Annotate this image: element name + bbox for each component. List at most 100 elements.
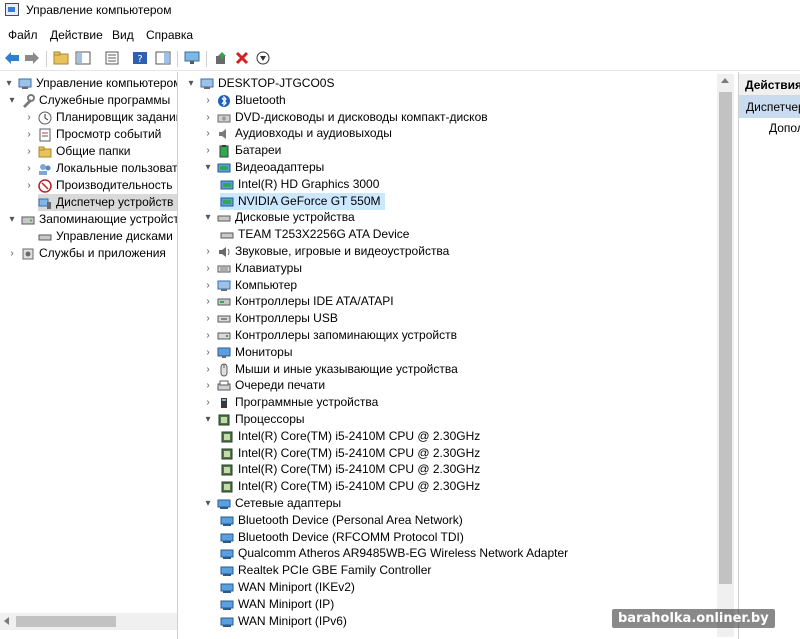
chevron-right-icon[interactable]: ›	[202, 112, 214, 124]
chevron-right-icon[interactable]: ›	[23, 112, 35, 124]
device-category[interactable]: › Компьютер	[202, 277, 297, 294]
chevron-down-icon[interactable]: ▾	[185, 78, 197, 90]
scroll-left-icon[interactable]	[4, 617, 9, 625]
network-adapter-icon	[220, 581, 234, 595]
device-item[interactable]: Qualcomm Atheros AR9485WB-EG Wireless Ne…	[220, 545, 568, 562]
device-category[interactable]: ▾ Дисковые устройства	[202, 209, 354, 226]
chevron-right-icon[interactable]: ›	[23, 129, 35, 141]
tree-item-computer-management[interactable]: ▾ Управление компьютером (л	[3, 75, 177, 92]
menu-help[interactable]: Справка	[146, 28, 193, 42]
chevron-right-icon[interactable]: ›	[202, 397, 214, 409]
back-icon[interactable]	[3, 49, 21, 67]
task-scheduler-icon	[38, 111, 52, 125]
device-item[interactable]: Intel(R) Core(TM) i5-2410M CPU @ 2.30GHz	[220, 445, 480, 462]
processor-icon	[220, 480, 234, 494]
device-item[interactable]: Intel(R) Core(TM) i5-2410M CPU @ 2.30GHz	[220, 461, 480, 478]
forward-icon[interactable]	[23, 49, 41, 67]
actions-more[interactable]: Допол	[769, 121, 800, 135]
chevron-right-icon[interactable]: ›	[202, 128, 214, 140]
disable-device-icon[interactable]	[254, 49, 272, 67]
chevron-right-icon[interactable]: ›	[202, 296, 214, 308]
menu-view[interactable]: Вид	[112, 28, 134, 42]
actions-device-manager[interactable]: Диспетчер	[739, 96, 800, 118]
chevron-right-icon[interactable]: ›	[202, 364, 214, 376]
display-icon[interactable]	[183, 49, 201, 67]
tree-item-task-scheduler[interactable]: › Планировщик заданий	[23, 109, 177, 126]
device-item[interactable]: WAN Miniport (IKEv2)	[220, 579, 355, 596]
chevron-right-icon[interactable]: ›	[202, 313, 214, 325]
device-tree-root[interactable]: ▾ DESKTOP-JTGCO0S	[185, 75, 334, 92]
tree-item-storage[interactable]: ▾ Запоминающие устройст	[6, 211, 177, 228]
device-category[interactable]: › Программные устройства	[202, 394, 378, 411]
chevron-down-icon[interactable]: ▾	[6, 214, 18, 226]
device-category[interactable]: › DVD-дисководы и дисководы компакт-диско…	[202, 109, 487, 126]
tree-item-device-manager[interactable]: Диспетчер устройств	[38, 194, 177, 211]
tree-item-system-tools[interactable]: ▾ Служебные программы	[6, 92, 170, 109]
tree-item-shared-folders[interactable]: › Общие папки	[23, 143, 130, 160]
device-category[interactable]: › Контроллеры USB	[202, 310, 338, 327]
device-item[interactable]: TEAM T253X2256G ATA Device	[220, 226, 409, 243]
device-category[interactable]: › Контроллеры запоминающих устройств	[202, 327, 457, 344]
device-item[interactable]: WAN Miniport (IP)	[220, 596, 334, 613]
chevron-right-icon[interactable]: ›	[202, 246, 214, 258]
vertical-scrollbar[interactable]	[717, 74, 734, 637]
menu-action[interactable]: Действие	[50, 28, 103, 42]
scroll-up-icon[interactable]	[721, 78, 729, 83]
tree-item-services-apps[interactable]: › Службы и приложения	[6, 245, 166, 262]
device-category[interactable]: › Звуковые, игровые и видеоустройства	[202, 243, 449, 260]
device-category[interactable]: › Очереди печати	[202, 377, 325, 394]
device-category[interactable]: › Мониторы	[202, 344, 292, 361]
help-icon[interactable]: ?	[131, 49, 149, 67]
device-category[interactable]: ▾ Видеоадаптеры	[202, 159, 324, 176]
device-item[interactable]: Bluetooth Device (RFCOMM Protocol TDI)	[220, 529, 464, 546]
chevron-right-icon[interactable]: ›	[23, 146, 35, 158]
tree-item-disk-management[interactable]: Управление дисками	[38, 228, 173, 245]
tree-item-local-users[interactable]: › Локальные пользовате	[23, 160, 177, 177]
device-category[interactable]: ▾ Процессоры	[202, 411, 304, 428]
properties-icon[interactable]	[103, 49, 121, 67]
show-hide-tree-icon[interactable]	[74, 49, 92, 67]
device-category[interactable]: › Аудиовходы и аудиовыходы	[202, 125, 392, 142]
device-item[interactable]: Intel(R) HD Graphics 3000	[220, 176, 379, 193]
chevron-down-icon[interactable]: ▾	[202, 162, 214, 174]
device-category[interactable]: › Клавиатуры	[202, 260, 302, 277]
chevron-right-icon[interactable]: ›	[6, 248, 18, 260]
uninstall-icon[interactable]	[233, 49, 251, 67]
device-item[interactable]: WAN Miniport (IPv6)	[220, 613, 347, 630]
device-item[interactable]: Bluetooth Device (Personal Area Network)	[220, 512, 463, 529]
menu-file[interactable]: Файл	[8, 28, 38, 42]
tree-item-event-viewer[interactable]: › Просмотр событий	[23, 126, 161, 143]
chevron-right-icon[interactable]: ›	[202, 330, 214, 342]
device-item[interactable]: Intel(R) Core(TM) i5-2410M CPU @ 2.30GHz	[220, 478, 480, 495]
chevron-down-icon[interactable]: ▾	[6, 95, 18, 107]
chevron-right-icon[interactable]: ›	[202, 145, 214, 157]
chevron-right-icon[interactable]: ›	[202, 263, 214, 275]
chevron-down-icon[interactable]: ▾	[3, 78, 15, 90]
device-category[interactable]: ▾ Сетевые адаптеры	[202, 495, 341, 512]
device-item[interactable]: Intel(R) Core(TM) i5-2410M CPU @ 2.30GHz	[220, 428, 480, 445]
scrollbar-thumb[interactable]	[16, 616, 116, 627]
chevron-down-icon[interactable]: ▾	[202, 414, 214, 426]
chevron-down-icon[interactable]: ▾	[202, 498, 214, 510]
chevron-right-icon[interactable]: ›	[23, 163, 35, 175]
device-category[interactable]: › Батареи	[202, 142, 281, 159]
device-item[interactable]: Realtek PCIe GBE Family Controller	[220, 562, 431, 579]
chevron-right-icon[interactable]: ›	[202, 347, 214, 359]
chevron-right-icon[interactable]: ›	[202, 380, 214, 392]
action-pane-icon[interactable]	[154, 49, 172, 67]
device-category[interactable]: › Контроллеры IDE ATA/ATAPI	[202, 293, 393, 310]
tree-item-performance[interactable]: › Производительность	[23, 177, 172, 194]
horizontal-scrollbar[interactable]	[0, 613, 177, 630]
disk-drive-icon	[220, 228, 234, 242]
chevron-right-icon[interactable]: ›	[202, 95, 214, 107]
up-folder-icon[interactable]	[52, 49, 70, 67]
chevron-right-icon[interactable]: ›	[23, 180, 35, 192]
update-driver-icon[interactable]	[212, 49, 230, 67]
device-category[interactable]: › Мыши и иные указывающие устройства	[202, 361, 458, 378]
chevron-down-icon[interactable]: ▾	[202, 212, 214, 224]
tree-item-label: Просмотр событий	[56, 127, 162, 141]
chevron-right-icon[interactable]: ›	[202, 280, 214, 292]
device-item[interactable]: NVIDIA GeForce GT 550M	[220, 193, 385, 210]
device-category[interactable]: › Bluetooth	[202, 92, 285, 109]
scrollbar-thumb[interactable]	[719, 92, 732, 584]
